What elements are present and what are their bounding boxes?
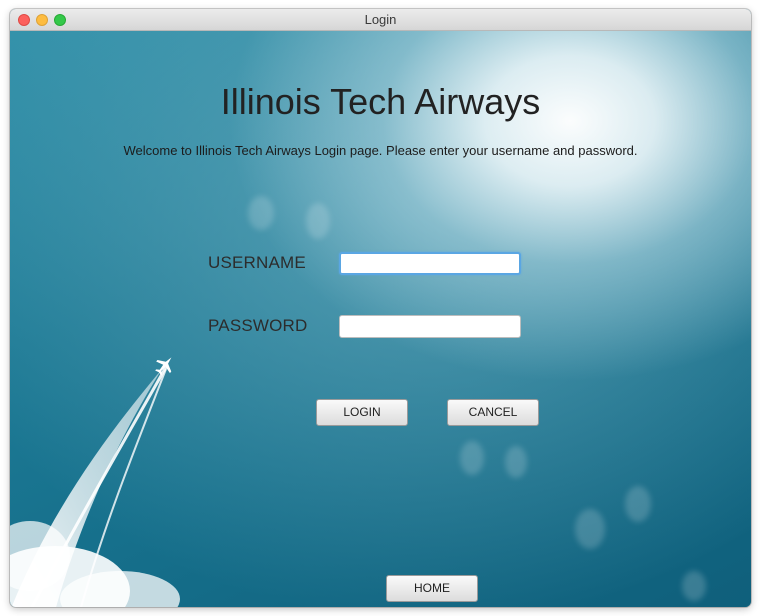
bokeh-light xyxy=(625,486,651,522)
airplane-illustration xyxy=(10,357,180,607)
bokeh-light xyxy=(248,196,274,230)
home-button[interactable]: HOME xyxy=(386,575,478,602)
page-title: Illinois Tech Airways xyxy=(220,81,541,122)
bokeh-light xyxy=(306,203,330,239)
login-button[interactable]: LOGIN xyxy=(316,399,408,426)
bokeh-light xyxy=(505,446,527,478)
cancel-button[interactable]: CANCEL xyxy=(447,399,539,426)
title-bar[interactable]: Login xyxy=(10,9,751,31)
bokeh-light xyxy=(575,509,605,549)
login-panel: Illinois Tech Airways Welcome to Illinoi… xyxy=(10,31,751,607)
password-input[interactable] xyxy=(339,315,521,338)
password-label: PASSWORD xyxy=(208,316,308,335)
username-input[interactable] xyxy=(339,252,521,275)
window-title: Login xyxy=(364,12,397,27)
bokeh-light xyxy=(460,441,484,475)
login-window: Login Illinois Tech Airways Welcome to I… xyxy=(10,9,751,607)
bokeh-light xyxy=(682,571,706,601)
username-label: USERNAME xyxy=(208,253,306,272)
welcome-message: Welcome to Illinois Tech Airways Login p… xyxy=(123,143,638,158)
